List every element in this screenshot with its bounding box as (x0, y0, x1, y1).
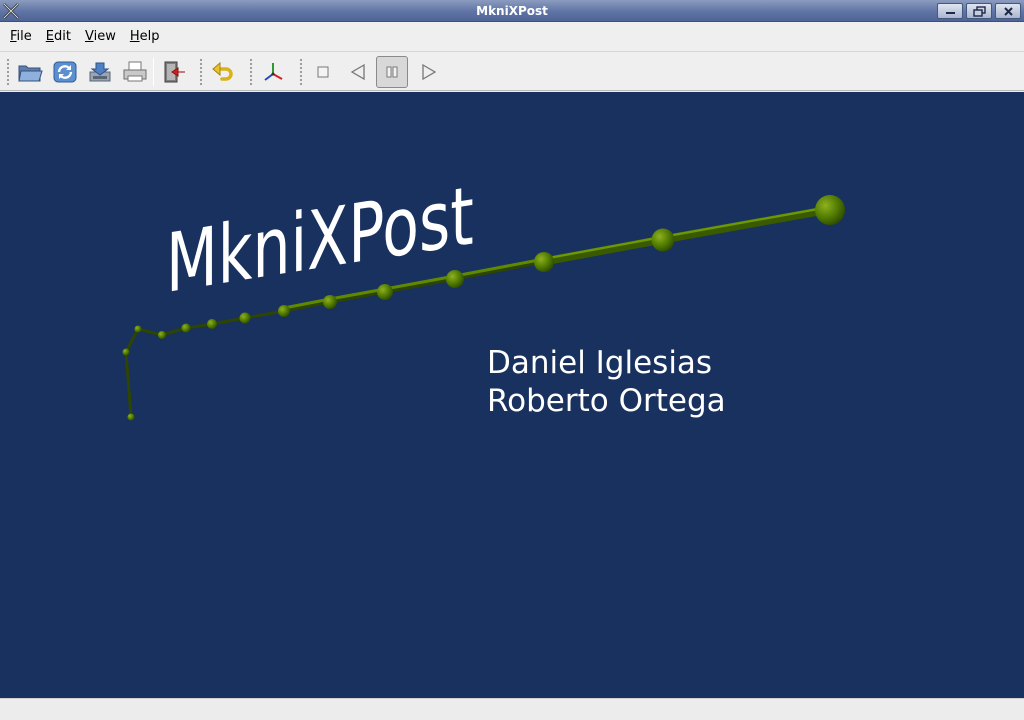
pause-button[interactable] (376, 56, 408, 88)
beam-node (134, 325, 142, 333)
title-bar: MkniXPost (0, 0, 1024, 22)
status-bar (0, 698, 1024, 720)
x-logo-icon[interactable] (2, 2, 20, 20)
toolbar-grip[interactable] (6, 58, 10, 86)
close-button[interactable] (995, 3, 1021, 19)
print-button[interactable] (119, 56, 151, 88)
undo-button[interactable] (207, 56, 239, 88)
axes-button[interactable] (257, 56, 289, 88)
undo-icon (212, 61, 233, 81)
beam-node (122, 348, 130, 356)
minimize-button[interactable] (937, 3, 963, 19)
toolbar-grip[interactable] (299, 58, 303, 86)
window-title: MkniXPost (476, 3, 548, 18)
minimize-icon (946, 12, 955, 14)
restore-icon (973, 6, 986, 17)
beam-node (815, 195, 845, 225)
exit-button[interactable] (158, 56, 190, 88)
beam-node (323, 295, 337, 309)
beam-node (534, 252, 554, 272)
open-folder-icon (18, 65, 43, 82)
play-backward-icon (350, 63, 365, 81)
beam-node (377, 284, 393, 300)
play-backward-button[interactable] (342, 56, 374, 88)
save-icon (89, 62, 111, 82)
menu-file[interactable]: File (4, 29, 38, 44)
toolbar-grip[interactable] (249, 58, 253, 86)
restore-button[interactable] (966, 3, 992, 19)
print-icon (123, 61, 147, 82)
reload-button[interactable] (49, 56, 81, 88)
beam-node (127, 413, 135, 421)
menu-help-mnemonic: H (129, 29, 140, 44)
play-forward-icon (422, 63, 437, 81)
save-button[interactable] (84, 56, 116, 88)
stop-button[interactable] (307, 56, 339, 88)
menu-edit[interactable]: Edit (40, 29, 77, 44)
exit-icon (164, 61, 185, 83)
menu-file-label: ile (16, 29, 32, 44)
menu-bar: File Edit View Help (0, 22, 1024, 52)
menu-view[interactable]: View (79, 29, 122, 44)
credit-author-1: Daniel Iglesias (487, 345, 713, 381)
beam-node (181, 323, 191, 333)
credit-author-2: Roberto Ortega (487, 383, 726, 419)
logo-text: MkniXPost (166, 169, 474, 312)
menu-view-label: iew (93, 29, 116, 44)
render-viewport[interactable]: MkniXPost Daniel Iglesias Roberto Ortega (0, 92, 1024, 698)
reload-icon (53, 61, 77, 83)
logo-text-label: MkniXPost (166, 169, 474, 312)
toolbar-grip[interactable] (199, 58, 203, 86)
stop-icon (317, 66, 329, 78)
beam-node (239, 312, 251, 324)
open-button[interactable] (14, 56, 46, 88)
beam-node (278, 305, 290, 317)
menu-help[interactable]: Help (124, 29, 166, 44)
beam-node (158, 331, 166, 339)
beam-node (446, 270, 464, 288)
pause-icon (386, 66, 398, 78)
toolbar-separator (153, 58, 154, 86)
beam-node (207, 319, 217, 329)
axes-icon (264, 63, 283, 81)
beam-node (651, 228, 675, 252)
menu-edit-mnemonic: E (45, 29, 54, 44)
toolbar (0, 52, 1024, 91)
menu-edit-label: dit (54, 29, 71, 44)
menu-view-mnemonic: V (84, 29, 94, 44)
play-forward-button[interactable] (412, 56, 444, 88)
credits-block: Daniel Iglesias Roberto Ortega (487, 344, 726, 420)
close-icon (1004, 7, 1013, 16)
menu-help-label: elp (139, 29, 160, 44)
